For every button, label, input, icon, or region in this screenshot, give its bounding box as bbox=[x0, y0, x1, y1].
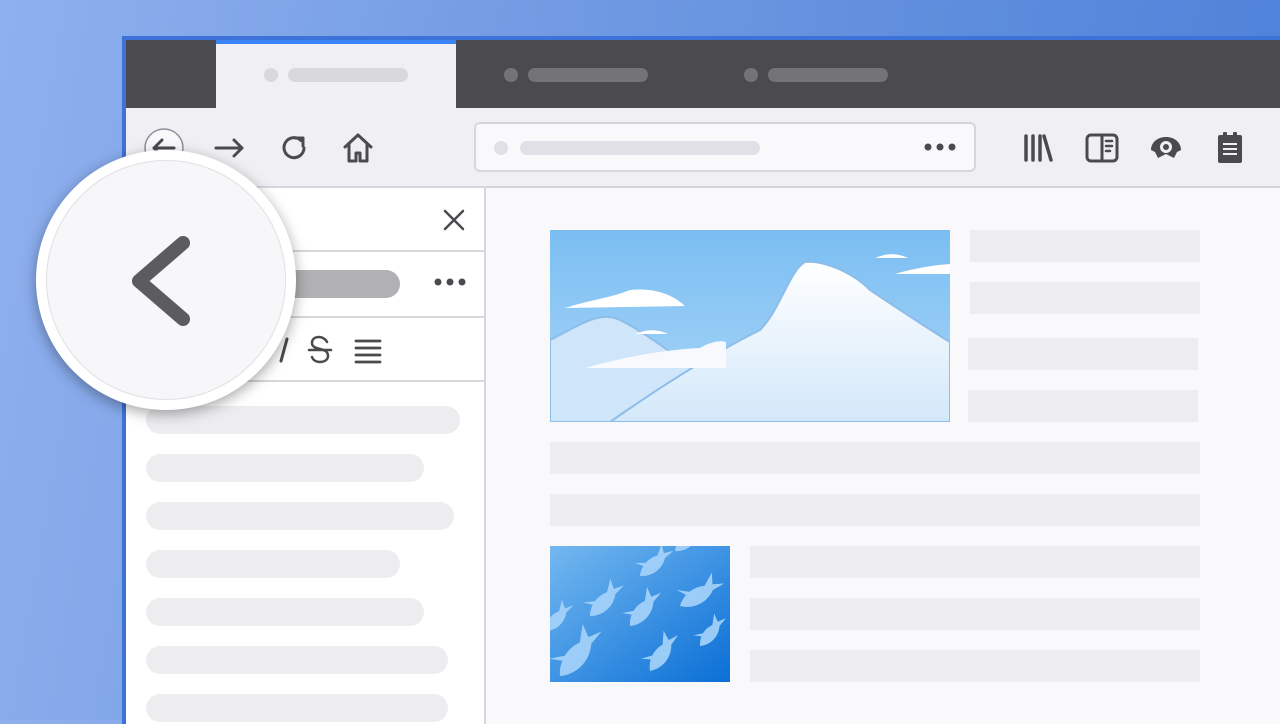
note-line bbox=[146, 502, 454, 530]
text-placeholder bbox=[550, 442, 1200, 474]
magnifier-inner bbox=[46, 160, 286, 400]
nav-toolbar bbox=[126, 108, 1280, 188]
tab-strip bbox=[126, 40, 1280, 108]
tab-favicon bbox=[504, 68, 518, 82]
text-placeholder bbox=[550, 494, 1200, 526]
strikethrough-button[interactable] bbox=[302, 332, 338, 368]
url-bar[interactable] bbox=[474, 122, 976, 172]
sidebar-toggle-icon bbox=[1085, 133, 1119, 163]
list-icon bbox=[354, 339, 382, 364]
home-icon bbox=[343, 133, 373, 163]
tab-inactive-2[interactable] bbox=[696, 40, 936, 108]
sidebar-ellipsis-icon[interactable] bbox=[432, 268, 468, 296]
screenshot-icon bbox=[1151, 137, 1181, 158]
library-icon bbox=[1024, 134, 1053, 162]
site-identity-icon bbox=[494, 141, 508, 155]
text-placeholder bbox=[750, 546, 1200, 578]
reload-icon bbox=[282, 136, 306, 160]
note-line bbox=[146, 550, 400, 578]
text-placeholder bbox=[968, 390, 1198, 422]
tab-active[interactable] bbox=[216, 40, 456, 108]
text-placeholder bbox=[750, 598, 1200, 630]
text-placeholder bbox=[970, 230, 1200, 262]
tab-favicon bbox=[264, 68, 278, 82]
text-placeholder bbox=[970, 282, 1200, 314]
tab-title-placeholder bbox=[768, 68, 888, 82]
close-icon bbox=[443, 209, 465, 231]
home-button[interactable] bbox=[332, 122, 384, 174]
note-line bbox=[146, 454, 424, 482]
reload-button[interactable] bbox=[268, 122, 320, 174]
page-content bbox=[486, 188, 1280, 724]
note-line bbox=[146, 406, 460, 434]
strikethrough-icon bbox=[307, 335, 333, 364]
note-line bbox=[146, 694, 448, 722]
library-button[interactable] bbox=[1012, 122, 1064, 174]
text-placeholder bbox=[968, 338, 1198, 370]
tab-title-placeholder bbox=[288, 68, 408, 82]
note-line bbox=[146, 646, 448, 674]
list-button[interactable] bbox=[350, 332, 386, 368]
text-placeholder bbox=[750, 650, 1200, 682]
mountain-image bbox=[550, 230, 950, 422]
tab-title-placeholder bbox=[528, 68, 648, 82]
page-actions-ellipsis-icon[interactable] bbox=[922, 133, 958, 161]
note-line bbox=[146, 598, 424, 626]
sidebar-toggle-button[interactable] bbox=[1076, 122, 1128, 174]
screenshot-button[interactable] bbox=[1140, 122, 1192, 174]
notes-icon bbox=[1218, 132, 1242, 163]
chevron-left-icon bbox=[132, 236, 190, 326]
url-placeholder bbox=[520, 141, 760, 155]
browser-window bbox=[122, 36, 1280, 724]
tab-favicon bbox=[744, 68, 758, 82]
sidebar-close-button[interactable] bbox=[436, 202, 472, 238]
tab-inactive-1[interactable] bbox=[456, 40, 696, 108]
whales-image bbox=[550, 546, 730, 682]
notes-button[interactable] bbox=[1204, 122, 1256, 174]
back-button-magnifier bbox=[36, 150, 296, 410]
